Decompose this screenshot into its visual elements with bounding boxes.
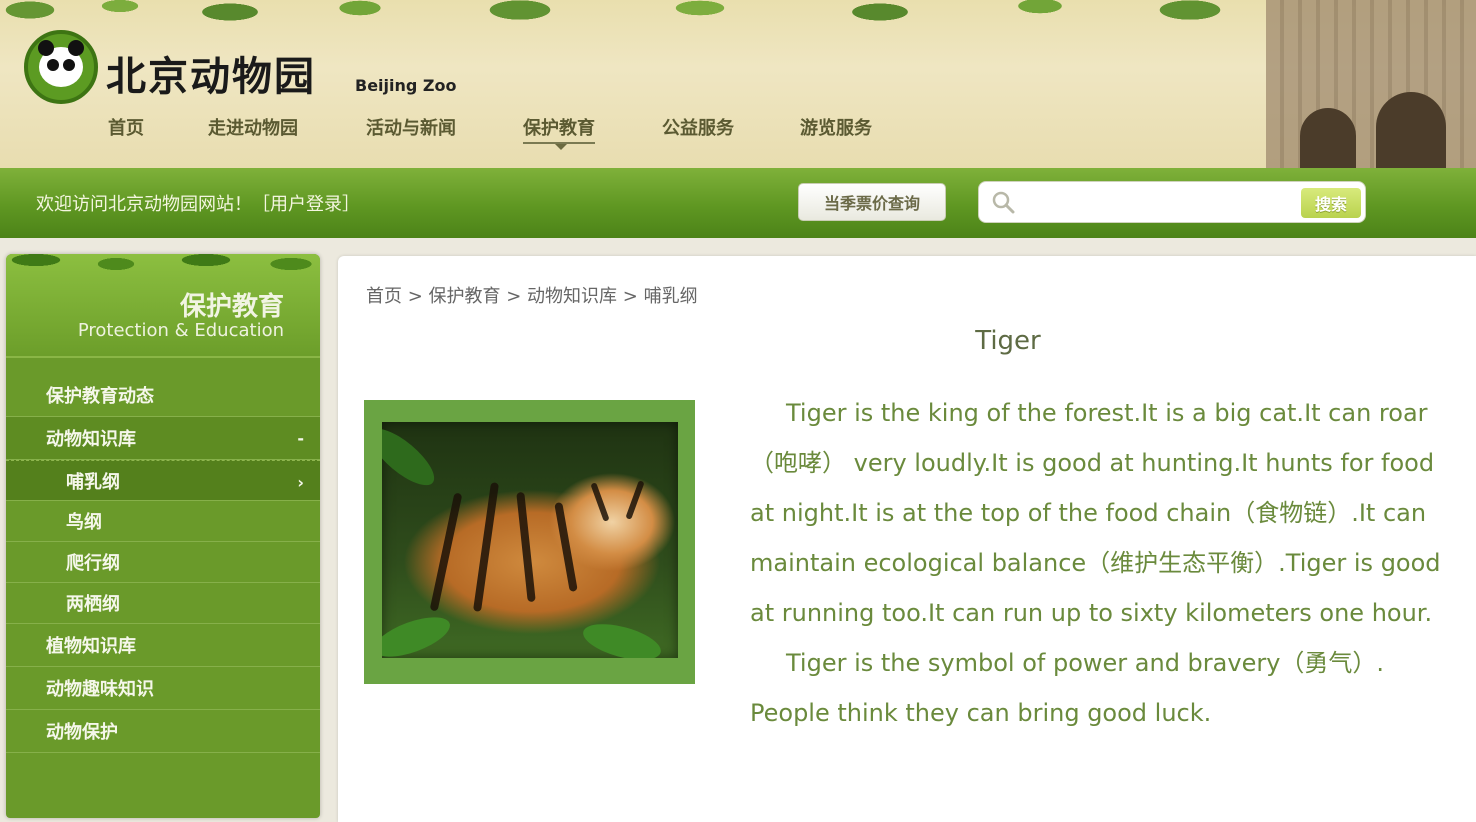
sidebar-item-animal-knowledge[interactable]: 动物知识库 - [6, 417, 320, 460]
main-content: 首页 > 保护教育 > 动物知识库 > 哺乳纲 Tiger Tiger is t… [338, 256, 1476, 822]
sidebar-item-label: 动物保护 [46, 722, 118, 743]
search-input[interactable] [1023, 188, 1273, 218]
site-header: 北京动物园 Beijing Zoo 首页 走进动物园 活动与新闻 保护教育 公益… [0, 0, 1476, 168]
tiger-photo [382, 422, 678, 658]
tiger-photo-frame [364, 400, 695, 684]
bamboo-leaves-decoration [6, 254, 320, 284]
sidebar-item-label: 动物知识库 [46, 429, 136, 450]
sidebar-header: 保护教育 Protection & Education [6, 254, 320, 358]
search-box: 搜索 [978, 181, 1366, 223]
sidebar-item-label: 植物知识库 [46, 636, 136, 657]
article-title: Tiger [975, 326, 1041, 356]
chevron-right-icon: › [297, 473, 304, 492]
panda-logo-icon[interactable] [24, 30, 98, 104]
sidebar-item-label: 动物趣味知识 [46, 679, 154, 700]
sidebar-item-mammals[interactable]: 哺乳纲 › [6, 460, 320, 501]
active-nav-caret-icon [555, 144, 567, 150]
sidebar-item-plant-knowledge[interactable]: 植物知识库 [6, 624, 320, 667]
nav-visitor-service[interactable]: 游览服务 [800, 114, 872, 140]
sidebar-item-fun-facts[interactable]: 动物趣味知识 [6, 667, 320, 710]
sidebar-title-en: Protection & Education [77, 320, 284, 341]
welcome-login-text[interactable]: 欢迎访问北京动物园网站！［用户登录］ [36, 190, 360, 216]
collapse-icon[interactable]: - [297, 429, 304, 448]
search-icon [992, 191, 1015, 214]
sidebar-item-reptiles[interactable]: 爬行纲 [6, 542, 320, 583]
sidebar-item-label: 两栖纲 [66, 594, 120, 615]
sidebar-item-amphibians[interactable]: 两栖纲 [6, 583, 320, 624]
gate-arch [1300, 108, 1356, 168]
nav-public-service[interactable]: 公益服务 [662, 114, 734, 140]
article-paragraph: Tiger is the symbol of power and bravery… [750, 649, 1385, 727]
sidebar-item-label: 保护教育动态 [46, 386, 154, 407]
search-button[interactable]: 搜索 [1301, 188, 1361, 218]
sidebar-item-animal-protection[interactable]: 动物保护 [6, 710, 320, 753]
breadcrumb[interactable]: 首页 > 保护教育 > 动物知识库 > 哺乳纲 [366, 282, 698, 308]
nav-protection-education[interactable]: 保护教育 [523, 114, 595, 144]
ticket-price-button[interactable]: 当季票价查询 [798, 183, 946, 221]
brand-name-cn[interactable]: 北京动物园 [106, 44, 316, 102]
sidebar-item-label: 哺乳纲 [66, 471, 120, 493]
nav-events-news[interactable]: 活动与新闻 [366, 114, 456, 140]
sidebar-title-cn: 保护教育 [179, 292, 284, 322]
article-body: Tiger is the king of the forest.It is a … [750, 388, 1450, 738]
sidebar-item-birds[interactable]: 鸟纲 [6, 501, 320, 542]
sidebar-item-label: 鸟纲 [66, 512, 102, 533]
sidebar-menu: 保护教育动态 动物知识库 - 哺乳纲 › 鸟纲 爬行纲 两栖纲 植物知识库 动物… [6, 374, 320, 753]
sidebar: 保护教育 Protection & Education 保护教育动态 动物知识库… [6, 254, 320, 818]
nav-about-zoo[interactable]: 走进动物园 [208, 114, 298, 140]
bamboo-leaves-decoration [0, 0, 1476, 40]
article-paragraph: Tiger is the king of the forest.It is a … [750, 399, 1441, 627]
sidebar-item-education-news[interactable]: 保护教育动态 [6, 374, 320, 417]
brand-name-en[interactable]: Beijing Zoo [355, 76, 457, 95]
nav-home[interactable]: 首页 [108, 114, 144, 140]
sidebar-item-label: 爬行纲 [66, 553, 120, 574]
gate-arch [1376, 92, 1446, 168]
